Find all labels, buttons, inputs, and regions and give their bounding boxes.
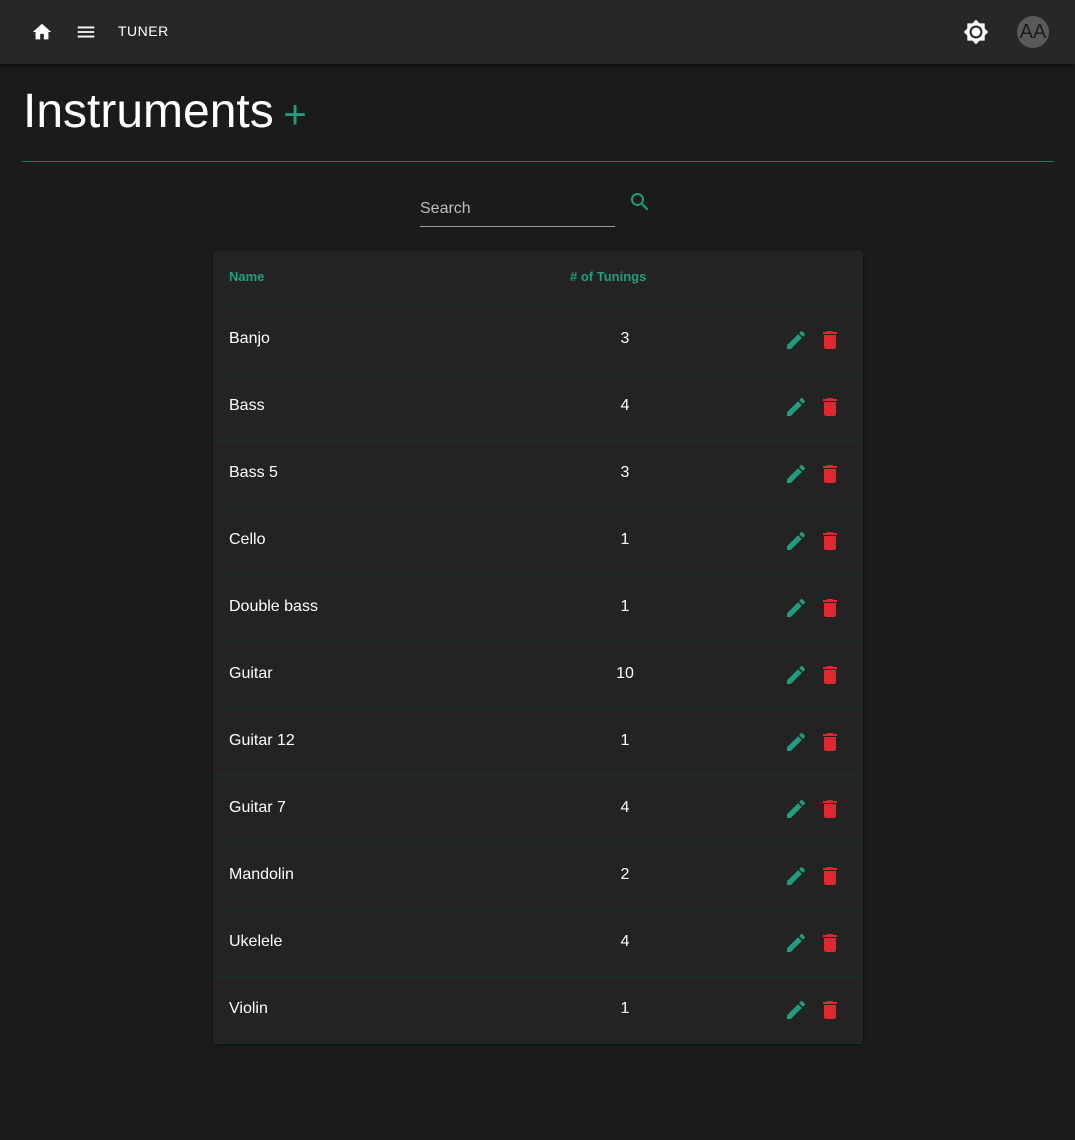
trash-icon[interactable] — [818, 864, 842, 888]
instrument-name: Guitar — [229, 665, 273, 682]
pencil-icon[interactable] — [784, 328, 808, 352]
instrument-name: Banjo — [229, 330, 270, 347]
app-title[interactable]: TUNER — [118, 23, 169, 39]
table-row[interactable]: Ukelele 4 — [213, 910, 863, 977]
app-bar: TUNER AA — [0, 0, 1075, 64]
table-row[interactable]: Violin 1 — [213, 977, 863, 1044]
tuning-count: 1 — [620, 1000, 630, 1017]
tuning-count: 4 — [620, 933, 630, 950]
trash-icon[interactable] — [818, 596, 842, 620]
pencil-icon[interactable] — [784, 864, 808, 888]
instrument-name: Double bass — [229, 598, 318, 615]
theme-toggle-button[interactable] — [960, 16, 992, 48]
instrument-name: Guitar 7 — [229, 799, 286, 816]
menu-button[interactable] — [70, 16, 102, 48]
pencil-icon[interactable] — [784, 730, 808, 754]
pencil-icon[interactable] — [784, 797, 808, 821]
instrument-name: Ukelele — [229, 933, 283, 950]
trash-icon[interactable] — [818, 797, 842, 821]
avatar[interactable]: AA — [1017, 16, 1049, 48]
instrument-name: Mandolin — [229, 866, 294, 883]
tuning-count: 4 — [620, 397, 630, 414]
menu-icon — [77, 26, 95, 38]
search-field — [420, 190, 615, 227]
header-divider — [22, 161, 1054, 162]
column-header-tunings[interactable]: # of Tunings — [570, 269, 646, 284]
tuning-count: 1 — [620, 598, 630, 615]
column-header-name[interactable]: Name — [229, 269, 264, 284]
trash-icon[interactable] — [818, 462, 842, 486]
tuning-count: 1 — [620, 531, 630, 548]
instrument-name: Cello — [229, 531, 266, 548]
instrument-name: Bass 5 — [229, 464, 278, 481]
home-button[interactable] — [26, 16, 58, 48]
trash-icon[interactable] — [818, 730, 842, 754]
tuning-count: 4 — [620, 799, 630, 816]
trash-icon[interactable] — [818, 663, 842, 687]
pencil-icon[interactable] — [784, 529, 808, 553]
pencil-icon[interactable] — [784, 395, 808, 419]
search-input[interactable] — [420, 198, 610, 220]
table-row[interactable]: Mandolin 2 — [213, 843, 863, 910]
table-row[interactable]: Bass 4 — [213, 374, 863, 441]
table-row[interactable]: Guitar 10 — [213, 642, 863, 709]
trash-icon[interactable] — [818, 328, 842, 352]
table-row[interactable]: Guitar 7 4 — [213, 776, 863, 843]
table-row[interactable]: Banjo 3 — [213, 307, 863, 374]
tuning-count: 3 — [620, 464, 630, 481]
table-row[interactable]: Bass 5 3 — [213, 441, 863, 508]
pencil-icon[interactable] — [784, 998, 808, 1022]
instrument-name: Violin — [229, 1000, 268, 1017]
tuning-count: 1 — [620, 732, 630, 749]
page-title: Instruments — [23, 85, 274, 138]
search-icon[interactable] — [628, 190, 652, 214]
table-row[interactable]: Cello 1 — [213, 508, 863, 575]
table-row[interactable]: Guitar 12 1 — [213, 709, 863, 776]
pencil-icon[interactable] — [784, 596, 808, 620]
table-header: Name # of Tunings — [213, 250, 863, 307]
pencil-icon[interactable] — [784, 931, 808, 955]
instrument-name: Bass — [229, 397, 265, 414]
tuning-count: 10 — [616, 665, 634, 682]
brightness-icon — [963, 19, 989, 45]
trash-icon[interactable] — [818, 529, 842, 553]
table-row[interactable]: Double bass 1 — [213, 575, 863, 642]
add-instrument-button[interactable]: + — [282, 95, 308, 135]
trash-icon[interactable] — [818, 998, 842, 1022]
pencil-icon[interactable] — [784, 462, 808, 486]
trash-icon[interactable] — [818, 395, 842, 419]
tuning-count: 2 — [620, 866, 630, 883]
pencil-icon[interactable] — [784, 663, 808, 687]
trash-icon[interactable] — [818, 931, 842, 955]
tuning-count: 3 — [620, 330, 630, 347]
home-icon — [32, 23, 52, 40]
instruments-table: Name # of Tunings Banjo 3 Bass 4 Bass 5 3 Cell… — [213, 250, 863, 1044]
instrument-name: Guitar 12 — [229, 732, 295, 749]
